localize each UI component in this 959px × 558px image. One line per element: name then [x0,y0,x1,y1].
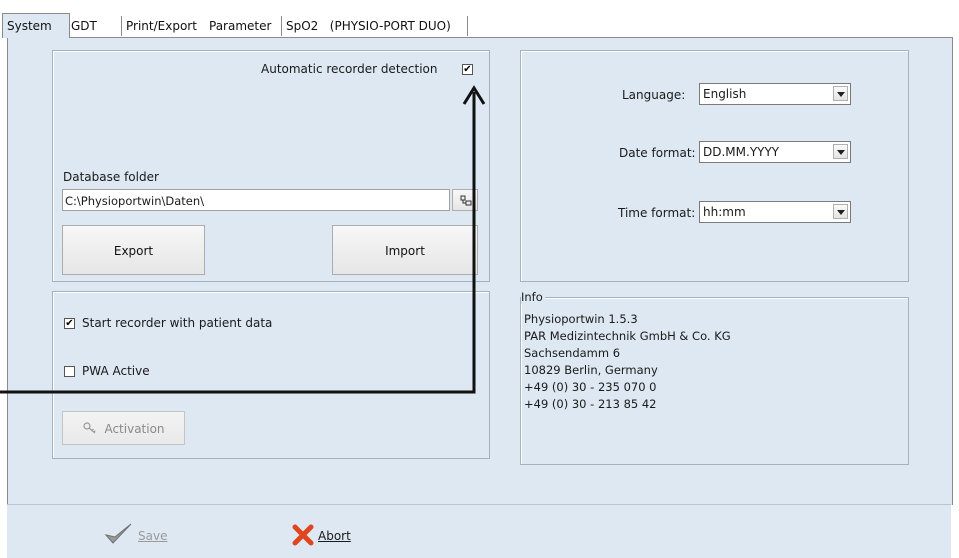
database-folder-label: Database folder [63,170,159,184]
activation-button-label: Activation [104,422,165,436]
auto-detect-label: Automatic recorder detection [261,62,438,76]
tab-parameter-label: Parameter [209,19,272,33]
info-title: Info [521,290,545,304]
info-line: PAR Medizintechnik GmbH & Co. KG [524,329,731,343]
start-recorder-label: Start recorder with patient data [82,316,273,330]
tab-parameter[interactable]: Parameter [205,16,282,36]
abort-button[interactable]: Abort [292,522,372,550]
tab-print-export[interactable]: Print/Export [122,16,206,36]
tab-spo2-device-label: (PHYSIO-PORT DUO) [329,19,451,33]
info-line: Physioportwin 1.5.3 [524,312,638,326]
key-icon [83,422,96,434]
checkmark-icon [104,523,132,544]
info-line: +49 (0) 30 - 235 070 0 [524,380,657,394]
date-format-label: Date format: [619,146,696,160]
date-format-select[interactable]: DD.MM.YYYY [699,141,851,163]
tab-system[interactable]: System [2,13,70,38]
x-icon [292,524,314,546]
auto-detect-checkbox[interactable]: ✔ [462,64,473,75]
date-format-select-value: DD.MM.YYYY [703,145,780,159]
tab-bar: System GDT Print/Export Parameter SpO2 (… [0,0,959,38]
language-label: Language: [622,88,686,102]
tab-system-label: System [7,19,52,33]
tab-print-export-label: Print/Export [126,19,197,33]
import-button[interactable]: Import [332,225,478,275]
time-format-label: Time format: [618,206,696,220]
info-line: +49 (0) 30 - 213 85 42 [524,397,657,411]
export-button[interactable]: Export [62,225,205,275]
folder-browse-button[interactable] [452,189,478,211]
language-select[interactable]: English [699,83,851,105]
chevron-down-icon [833,86,848,101]
pwa-active-label: PWA Active [82,364,150,378]
chevron-down-icon [833,144,848,159]
chevron-down-icon [833,204,848,219]
language-select-value: English [703,87,747,101]
tab-spo2-label: SpO2 [286,19,319,33]
time-format-select[interactable]: hh:mm [699,201,851,223]
activation-button[interactable]: Activation [62,411,185,445]
database-folder-input[interactable]: C:\Physioportwin\Daten\ [62,189,450,211]
info-line: 10829 Berlin, Germany [524,363,658,377]
save-button-label: Save [138,529,168,543]
tab-spo2[interactable]: SpO2 (PHYSIO-PORT DUO) [282,16,468,36]
tab-gdt-label: GDT [71,19,97,33]
start-recorder-checkbox[interactable]: ✔ [64,318,75,329]
pwa-active-checkbox[interactable] [64,366,75,377]
tab-gdt[interactable]: GDT [67,16,122,36]
info-line: Sachsendamm 6 [524,346,621,360]
save-button[interactable]: Save [104,520,184,550]
export-button-label: Export [113,244,154,258]
import-button-label: Import [385,244,425,258]
folder-browse-icon [460,195,472,206]
abort-button-label: Abort [318,529,351,543]
time-format-select-value: hh:mm [703,205,746,219]
